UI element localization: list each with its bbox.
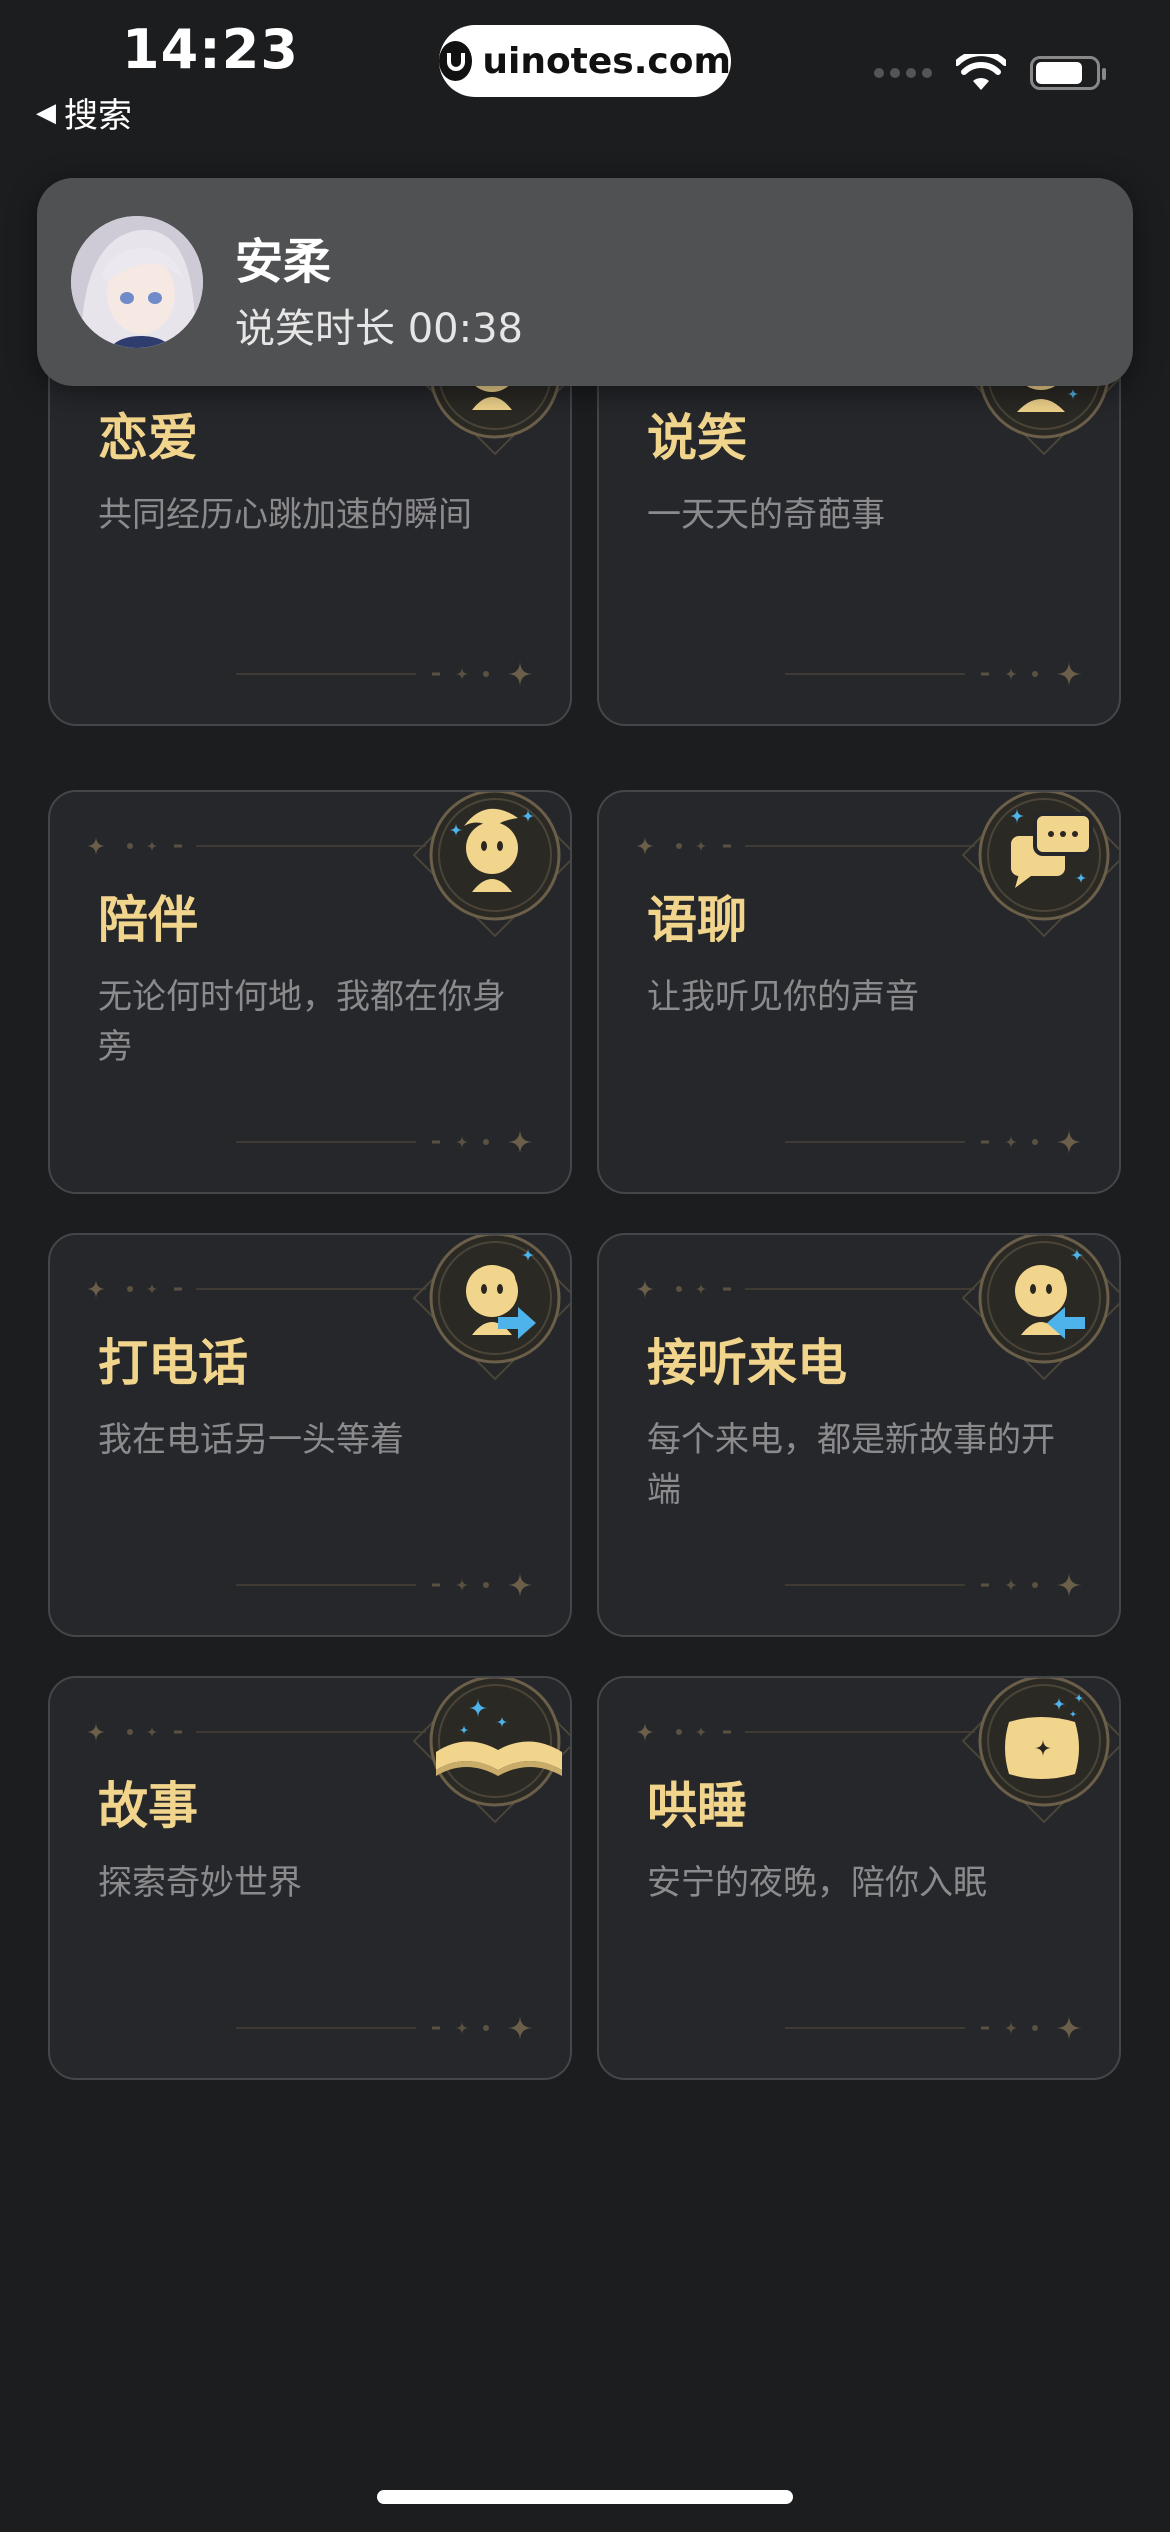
companion-figure-icon: [406, 792, 570, 944]
call-notification-banner[interactable]: 安柔 说笑时长 00:38: [37, 178, 1133, 386]
card-title: 故事: [98, 1777, 198, 1835]
card-description: 探索奇妙世界: [98, 1863, 302, 1903]
card-bottom-ornament: [236, 2014, 536, 2042]
card-description: 让我听见你的声音: [647, 977, 919, 1017]
card-bottom-ornament: [785, 660, 1085, 688]
scene-card[interactable]: 接听来电 每个来电，都是新故事的开端: [597, 1233, 1121, 1637]
card-title: 哄睡: [647, 1777, 747, 1835]
home-indicator[interactable]: [377, 2490, 793, 2504]
call-duration-text: 说笑时长 00:38: [235, 306, 523, 352]
card-title: 陪伴: [98, 891, 198, 949]
outgoing-call-icon: [406, 1235, 570, 1387]
scene-card[interactable]: 语聊 让我听见你的声音: [597, 790, 1121, 1194]
card-top-ornament: [635, 1722, 975, 1742]
incoming-call-icon: [955, 1235, 1119, 1387]
status-icons: [874, 54, 1106, 92]
card-description: 一天天的奇葩事: [647, 495, 885, 535]
card-top-ornament: [635, 836, 975, 856]
card-top-ornament: [86, 836, 426, 856]
scene-card[interactable]: 故事 探索奇妙世界: [48, 1676, 572, 2080]
card-title: 接听来电: [647, 1334, 847, 1392]
open-book-icon: [406, 1678, 570, 1830]
pillow-icon: [955, 1678, 1119, 1830]
watermark-text: uinotes.com: [482, 40, 731, 82]
card-bottom-ornament: [236, 660, 536, 688]
cellular-signal-icon: [874, 68, 932, 78]
card-top-ornament: [635, 1279, 975, 1299]
watermark-badge: uinotes.com: [439, 25, 731, 97]
back-to-search-button[interactable]: ◀ 搜索: [36, 88, 132, 137]
scene-card[interactable]: 陪伴 无论何时何地，我都在你身旁: [48, 790, 572, 1194]
card-bottom-ornament: [236, 1128, 536, 1156]
avatar: [71, 216, 203, 348]
scene-card[interactable]: 哄睡 安宁的夜晚，陪你入眠: [597, 1676, 1121, 2080]
card-top-ornament: [86, 1279, 426, 1299]
card-bottom-ornament: [785, 1571, 1085, 1599]
caller-name: 安柔: [235, 234, 332, 290]
battery-icon: [1030, 56, 1106, 90]
status-time: 14:23: [122, 18, 299, 81]
card-description: 共同经历心跳加速的瞬间: [98, 495, 472, 535]
chat-bubbles-icon: [955, 792, 1119, 944]
card-title: 语聊: [647, 891, 747, 949]
card-bottom-ornament: [785, 2014, 1085, 2042]
card-title: 说笑: [647, 409, 747, 467]
card-bottom-ornament: [236, 1571, 536, 1599]
card-title: 恋爱: [98, 409, 198, 467]
uinotes-logo-icon: [439, 41, 473, 81]
card-title: 打电话: [98, 1334, 248, 1392]
back-arrow-icon: ◀: [36, 97, 56, 128]
back-label: 搜索: [64, 96, 132, 136]
card-description: 无论何时何地，我都在你身旁: [98, 977, 506, 1067]
wifi-icon: [956, 54, 1006, 90]
card-description: 每个来电，都是新故事的开端: [647, 1420, 1055, 1510]
card-top-ornament: [86, 1722, 426, 1742]
card-bottom-ornament: [785, 1128, 1085, 1156]
scene-card[interactable]: 打电话 我在电话另一头等着: [48, 1233, 572, 1637]
card-description: 安宁的夜晚，陪你入眠: [647, 1863, 987, 1903]
card-description: 我在电话另一头等着: [98, 1420, 404, 1460]
